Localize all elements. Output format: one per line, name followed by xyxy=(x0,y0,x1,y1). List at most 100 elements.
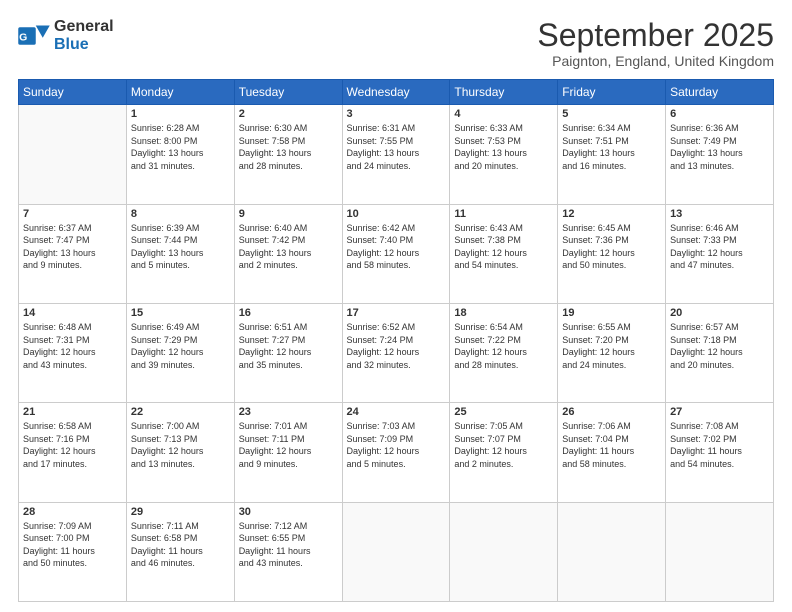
day-info: Sunrise: 7:03 AM Sunset: 7:09 PM Dayligh… xyxy=(347,420,446,470)
col-sunday: Sunday xyxy=(19,80,127,105)
day-info: Sunrise: 7:05 AM Sunset: 7:07 PM Dayligh… xyxy=(454,420,553,470)
table-row: 8Sunrise: 6:39 AM Sunset: 7:44 PM Daylig… xyxy=(126,204,234,303)
col-wednesday: Wednesday xyxy=(342,80,450,105)
calendar-header-row: Sunday Monday Tuesday Wednesday Thursday… xyxy=(19,80,774,105)
day-info: Sunrise: 6:34 AM Sunset: 7:51 PM Dayligh… xyxy=(562,122,661,172)
day-number: 1 xyxy=(131,108,230,120)
day-info: Sunrise: 6:55 AM Sunset: 7:20 PM Dayligh… xyxy=(562,321,661,371)
table-row: 2Sunrise: 6:30 AM Sunset: 7:58 PM Daylig… xyxy=(234,105,342,204)
table-row: 22 Sunrise: 7:00 AM Sunset: 7:13 PM Dayli… xyxy=(126,403,234,502)
month-title: September 2025 xyxy=(537,18,774,53)
table-row: 11Sunrise: 6:43 AM Sunset: 7:38 PM Dayli… xyxy=(450,204,558,303)
logo: G General Blue xyxy=(18,18,114,53)
table-row xyxy=(342,502,450,601)
table-row: 6 Sunrise: 6:36 AM Sunset: 7:49 PM Daylig… xyxy=(666,105,774,204)
day-number: 6 xyxy=(670,108,769,120)
page: G General Blue September 2025 Paignton, … xyxy=(0,0,792,612)
table-row: 1Sunrise: 6:28 AM Sunset: 8:00 PM Daylig… xyxy=(126,105,234,204)
day-info: Sunrise: 6:30 AM Sunset: 7:58 PM Dayligh… xyxy=(239,122,338,172)
table-row: 4 Sunrise: 6:33 AM Sunset: 7:53 PM Daylig… xyxy=(450,105,558,204)
table-row xyxy=(450,502,558,601)
day-info: Sunrise: 6:33 AM Sunset: 7:53 PM Dayligh… xyxy=(454,122,553,172)
day-info: Sunrise: 7:09 AM Sunset: 7:00 PM Dayligh… xyxy=(23,520,122,570)
day-number: 10 xyxy=(347,208,446,220)
table-row: 14Sunrise: 6:48 AM Sunset: 7:31 PM Dayli… xyxy=(19,303,127,402)
day-number: 12 xyxy=(562,208,661,220)
day-number: 20 xyxy=(670,307,769,319)
day-info: Sunrise: 7:11 AM Sunset: 6:58 PM Dayligh… xyxy=(131,520,230,570)
day-number: 3 xyxy=(347,108,446,120)
table-row: 9Sunrise: 6:40 AM Sunset: 7:42 PM Daylig… xyxy=(234,204,342,303)
day-number: 22 xyxy=(131,406,230,418)
calendar-week-row: 21 Sunrise: 6:58 AM Sunset: 7:16 PM Dayli… xyxy=(19,403,774,502)
day-info: Sunrise: 6:54 AM Sunset: 7:22 PM Dayligh… xyxy=(454,321,553,371)
header: G General Blue September 2025 Paignton, … xyxy=(18,18,774,69)
day-number: 14 xyxy=(23,307,122,319)
day-info: Sunrise: 7:12 AM Sunset: 6:55 PM Dayligh… xyxy=(239,520,338,570)
table-row: 10 Sunrise: 6:42 AM Sunset: 7:40 PM Dayli… xyxy=(342,204,450,303)
logo-text-line2: Blue xyxy=(54,36,114,54)
day-number: 28 xyxy=(23,506,122,518)
day-number: 29 xyxy=(131,506,230,518)
table-row: 27 Sunrise: 7:08 AM Sunset: 7:02 PM Dayli… xyxy=(666,403,774,502)
day-number: 4 xyxy=(454,108,553,120)
day-info: Sunrise: 6:36 AM Sunset: 7:49 PM Dayligh… xyxy=(670,122,769,172)
table-row: 3 Sunrise: 6:31 AM Sunset: 7:55 PM Daylig… xyxy=(342,105,450,204)
day-number: 18 xyxy=(454,307,553,319)
table-row: 5 Sunrise: 6:34 AM Sunset: 7:51 PM Daylig… xyxy=(558,105,666,204)
table-row: 21 Sunrise: 6:58 AM Sunset: 7:16 PM Dayli… xyxy=(19,403,127,502)
table-row: 7Sunrise: 6:37 AM Sunset: 7:47 PM Daylig… xyxy=(19,204,127,303)
table-row: 18 Sunrise: 6:54 AM Sunset: 7:22 PM Dayli… xyxy=(450,303,558,402)
table-row: 30Sunrise: 7:12 AM Sunset: 6:55 PM Dayli… xyxy=(234,502,342,601)
table-row xyxy=(666,502,774,601)
col-saturday: Saturday xyxy=(666,80,774,105)
table-row xyxy=(19,105,127,204)
day-number: 7 xyxy=(23,208,122,220)
logo-icon: G xyxy=(18,22,50,50)
table-row: 17Sunrise: 6:52 AM Sunset: 7:24 PM Dayli… xyxy=(342,303,450,402)
table-row: 12Sunrise: 6:45 AM Sunset: 7:36 PM Dayli… xyxy=(558,204,666,303)
day-number: 27 xyxy=(670,406,769,418)
col-thursday: Thursday xyxy=(450,80,558,105)
table-row: 25 Sunrise: 7:05 AM Sunset: 7:07 PM Dayli… xyxy=(450,403,558,502)
day-info: Sunrise: 6:31 AM Sunset: 7:55 PM Dayligh… xyxy=(347,122,446,172)
day-number: 23 xyxy=(239,406,338,418)
day-number: 16 xyxy=(239,307,338,319)
location: Paignton, England, United Kingdom xyxy=(537,53,774,69)
table-row: 23 Sunrise: 7:01 AM Sunset: 7:11 PM Dayli… xyxy=(234,403,342,502)
day-number: 5 xyxy=(562,108,661,120)
day-number: 9 xyxy=(239,208,338,220)
day-number: 13 xyxy=(670,208,769,220)
table-row: 15 Sunrise: 6:49 AM Sunset: 7:29 PM Dayli… xyxy=(126,303,234,402)
col-friday: Friday xyxy=(558,80,666,105)
day-number: 24 xyxy=(347,406,446,418)
svg-text:G: G xyxy=(19,31,27,43)
day-info: Sunrise: 7:01 AM Sunset: 7:11 PM Dayligh… xyxy=(239,420,338,470)
day-info: Sunrise: 7:08 AM Sunset: 7:02 PM Dayligh… xyxy=(670,420,769,470)
logo-text-line1: General xyxy=(54,18,114,36)
table-row: 24 Sunrise: 7:03 AM Sunset: 7:09 PM Dayli… xyxy=(342,403,450,502)
calendar-week-row: 1Sunrise: 6:28 AM Sunset: 8:00 PM Daylig… xyxy=(19,105,774,204)
day-info: Sunrise: 7:00 AM Sunset: 7:13 PM Dayligh… xyxy=(131,420,230,470)
day-info: Sunrise: 6:58 AM Sunset: 7:16 PM Dayligh… xyxy=(23,420,122,470)
calendar-week-row: 14Sunrise: 6:48 AM Sunset: 7:31 PM Dayli… xyxy=(19,303,774,402)
day-number: 26 xyxy=(562,406,661,418)
table-row: 16Sunrise: 6:51 AM Sunset: 7:27 PM Dayli… xyxy=(234,303,342,402)
table-row: 29 Sunrise: 7:11 AM Sunset: 6:58 PM Dayli… xyxy=(126,502,234,601)
day-number: 8 xyxy=(131,208,230,220)
calendar-week-row: 28 Sunrise: 7:09 AM Sunset: 7:00 PM Dayli… xyxy=(19,502,774,601)
day-number: 25 xyxy=(454,406,553,418)
table-row: 19Sunrise: 6:55 AM Sunset: 7:20 PM Dayli… xyxy=(558,303,666,402)
day-number: 15 xyxy=(131,307,230,319)
title-block: September 2025 Paignton, England, United… xyxy=(537,18,774,69)
table-row: 13 Sunrise: 6:46 AM Sunset: 7:33 PM Dayli… xyxy=(666,204,774,303)
day-info: Sunrise: 6:42 AM Sunset: 7:40 PM Dayligh… xyxy=(347,222,446,272)
day-info: Sunrise: 6:46 AM Sunset: 7:33 PM Dayligh… xyxy=(670,222,769,272)
day-number: 17 xyxy=(347,307,446,319)
day-number: 21 xyxy=(23,406,122,418)
day-info: Sunrise: 6:57 AM Sunset: 7:18 PM Dayligh… xyxy=(670,321,769,371)
day-info: Sunrise: 6:43 AM Sunset: 7:38 PM Dayligh… xyxy=(454,222,553,272)
day-info: Sunrise: 6:49 AM Sunset: 7:29 PM Dayligh… xyxy=(131,321,230,371)
table-row: 28 Sunrise: 7:09 AM Sunset: 7:00 PM Dayli… xyxy=(19,502,127,601)
col-tuesday: Tuesday xyxy=(234,80,342,105)
